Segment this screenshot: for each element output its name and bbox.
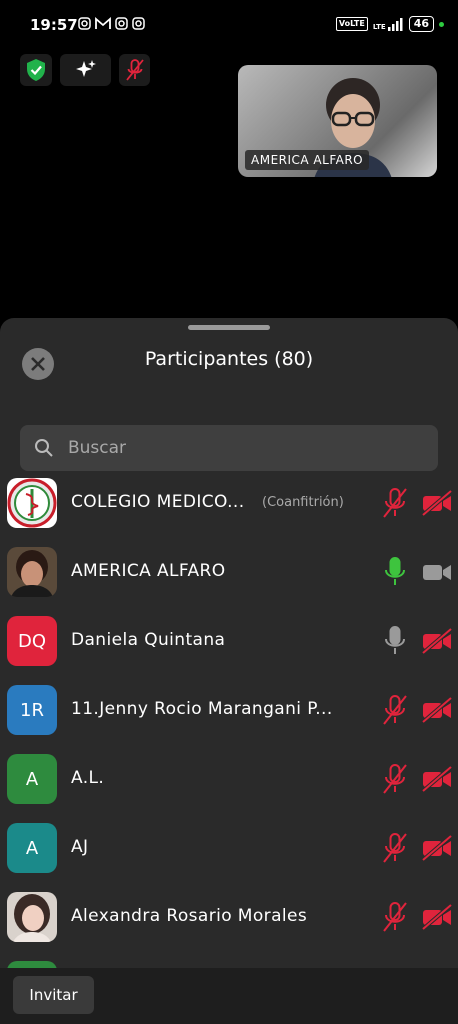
avatar	[7, 892, 57, 942]
sparkle-icon	[75, 60, 96, 77]
privacy-dot	[439, 21, 444, 27]
camera-off-icon[interactable]	[421, 627, 453, 655]
effects-button[interactable]	[60, 54, 111, 86]
instagram-icon	[132, 17, 145, 30]
mic-icon[interactable]	[382, 556, 408, 588]
participant-list[interactable]: COLEGIO MEDICO... (Coanfitrión) AMERICA AL…	[0, 478, 458, 968]
volte-badge: VoLTE	[335, 17, 368, 31]
audio-toggle-button[interactable]	[119, 54, 150, 86]
battery-level: 46	[408, 16, 434, 32]
system-indicators: VoLTE LTE 46	[335, 16, 444, 32]
participant-name: AJ	[71, 837, 89, 857]
participant-name: AMERICA ALFARO	[71, 561, 226, 581]
video-name-tag: AMERICA ALFARO	[245, 150, 370, 170]
camera-off-icon[interactable]	[421, 765, 453, 793]
participant-row[interactable]: 1R 11.Jenny Rocio Marangani P...	[0, 675, 458, 744]
camera-icon[interactable]	[422, 559, 452, 585]
avatar: 1R	[7, 685, 57, 735]
panel-title: Participantes (80)	[144, 348, 314, 370]
avatar	[7, 961, 57, 968]
mic-off-icon[interactable]	[382, 694, 408, 726]
mic-off-icon[interactable]	[382, 487, 408, 519]
camera-off-icon[interactable]	[421, 903, 453, 931]
mic-off-icon[interactable]	[382, 901, 408, 933]
participant-row[interactable]: DQ Daniela Quintana	[0, 606, 458, 675]
participant-name: Alexandra Rosario Morales	[71, 906, 308, 926]
camera-off-icon[interactable]	[421, 696, 453, 724]
participant-name: 11.Jenny Rocio Marangani P...	[71, 699, 333, 719]
mic-icon[interactable]	[382, 625, 408, 657]
security-button[interactable]	[20, 54, 52, 86]
drag-handle[interactable]	[188, 325, 270, 330]
shield-icon	[27, 59, 45, 81]
participant-row[interactable]: Alexandra Rosario Morales	[0, 882, 458, 951]
invite-button[interactable]: Invitar	[13, 976, 94, 1014]
search-icon	[35, 439, 53, 457]
participants-panel: Participantes (80) COLEGIO MEDICO... (Coa…	[0, 318, 458, 1024]
participant-row[interactable]: A A.L.	[0, 744, 458, 813]
instagram-icon	[78, 17, 91, 30]
mic-off-icon	[125, 59, 144, 81]
participant-name: Daniela Quintana	[71, 630, 226, 650]
participant-row[interactable]: COLEGIO MEDICO... (Coanfitrión)	[0, 478, 458, 537]
camera-off-icon[interactable]	[421, 489, 453, 517]
search-bar[interactable]	[20, 425, 438, 471]
participant-role: (Coanfitrión)	[262, 495, 344, 510]
participant-row[interactable]: A AJ	[0, 813, 458, 882]
avatar: DQ	[7, 616, 57, 666]
avatar: A	[7, 754, 57, 804]
notification-icons	[78, 17, 145, 30]
camera-off-icon[interactable]	[421, 834, 453, 862]
status-bar: 19:57 VoLTE LTE 46	[0, 0, 458, 52]
instagram-icon	[115, 17, 128, 30]
clock: 19:57	[30, 16, 78, 34]
participant-name: COLEGIO MEDICO...	[71, 492, 245, 512]
mic-off-icon[interactable]	[382, 763, 408, 795]
gmail-icon	[95, 17, 111, 29]
avatar: A	[7, 823, 57, 873]
meeting-toolbar	[20, 54, 150, 86]
self-video-tile[interactable]: AMERICA ALFARO	[238, 65, 437, 177]
participant-name: A.L.	[71, 768, 105, 788]
participant-row[interactable]	[0, 951, 458, 968]
signal-icon	[387, 17, 403, 31]
bottom-bar: Invitar	[0, 968, 458, 1024]
avatar-initials: DQ	[17, 630, 47, 652]
search-input[interactable]	[68, 425, 428, 471]
avatar-initials: 1R	[20, 699, 44, 721]
avatar	[7, 547, 57, 597]
lte-signal: LTE	[373, 17, 404, 31]
avatar	[7, 478, 57, 528]
avatar-initials: A	[25, 837, 39, 859]
mic-off-icon[interactable]	[382, 832, 408, 864]
participant-row[interactable]: AMERICA ALFARO	[0, 537, 458, 606]
avatar-initials: A	[25, 768, 39, 790]
